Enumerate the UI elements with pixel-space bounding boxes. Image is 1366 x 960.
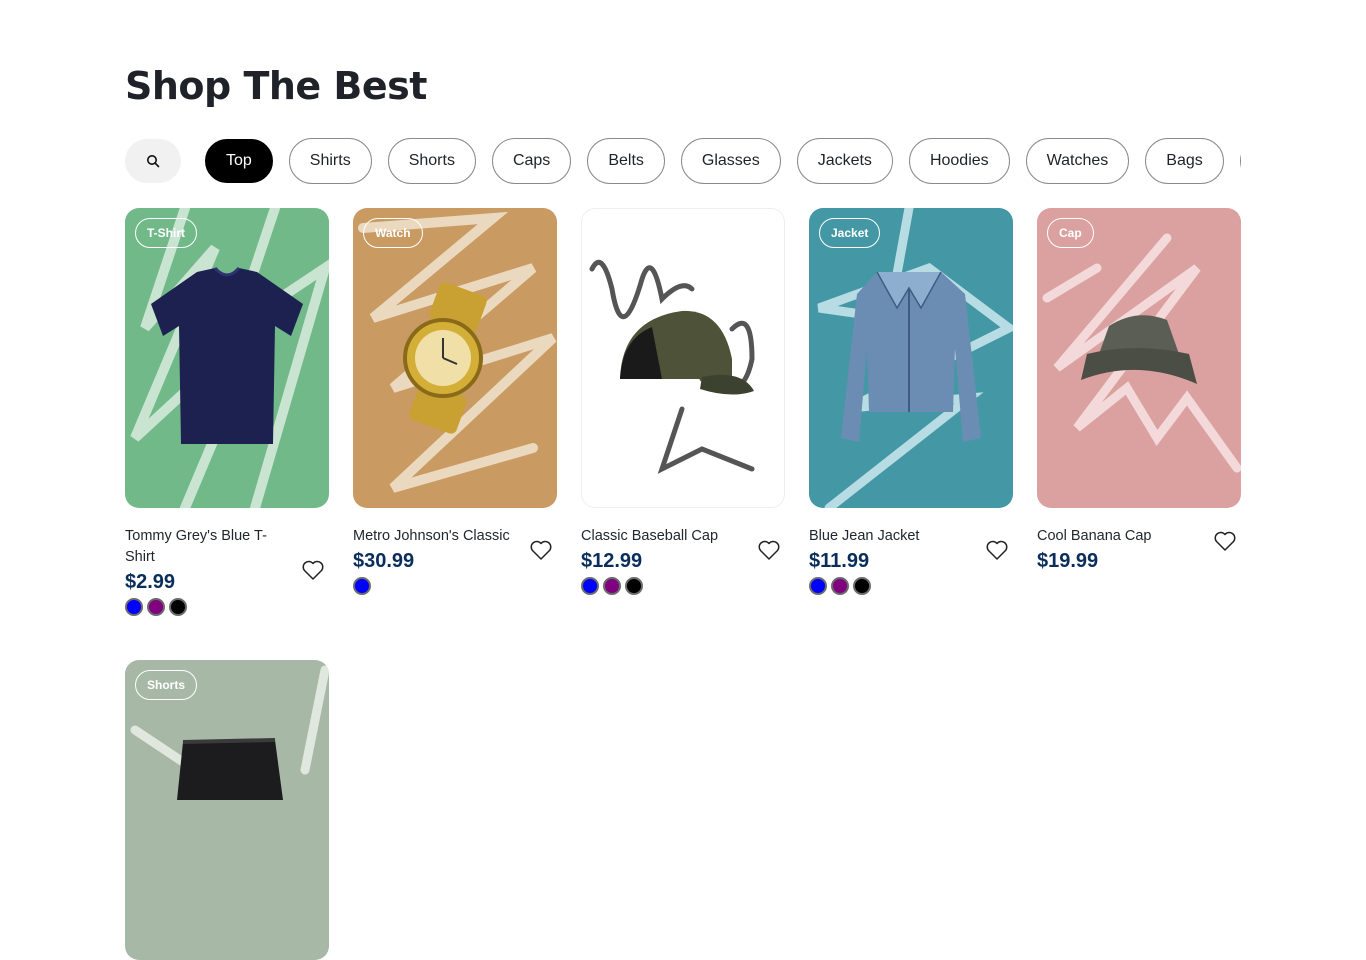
filter-chip-glasses[interactable]: Glasses [680, 138, 781, 184]
filter-chip-shorts[interactable]: Shorts [387, 138, 476, 184]
shorts-product-image [177, 738, 283, 800]
product-name[interactable]: Cool Banana Cap [1037, 526, 1197, 547]
category-tag: Watch [363, 218, 423, 248]
filter-chip-top[interactable]: Top [205, 139, 273, 183]
jean-jacket-product-image [841, 271, 981, 442]
product-card[interactable]: Cap Cool Banana Cap $19.99 [1037, 208, 1241, 574]
product-price: $11.99 [809, 550, 870, 572]
product-card[interactable]: T-Shirt Tommy Grey's Blue T-Shirt $2.99 [125, 208, 329, 616]
color-swatch-black[interactable] [853, 577, 871, 595]
tshirt-product-image [151, 266, 303, 444]
color-swatch-blue[interactable] [125, 598, 143, 616]
color-swatches [581, 577, 785, 595]
filter-chip-caps[interactable]: Caps [491, 138, 572, 184]
category-filter-bar: Top Shirts Shorts Caps Belts Glasses Jac… [125, 138, 1241, 184]
filter-chip-belts[interactable]: Belts [587, 138, 665, 184]
filter-chip-more[interactable]: P [1239, 138, 1241, 184]
category-tag: Cap [1047, 218, 1094, 248]
product-price: $19.99 [1037, 550, 1099, 572]
color-swatch-purple[interactable] [603, 577, 621, 595]
color-swatch-purple[interactable] [831, 577, 849, 595]
search-button[interactable] [125, 139, 181, 183]
category-tag: Shorts [135, 670, 198, 700]
heart-icon[interactable] [301, 559, 325, 581]
product-name[interactable]: Metro Johnson's Classic [353, 526, 513, 547]
search-icon [147, 155, 160, 168]
color-swatch-blue[interactable] [353, 577, 371, 595]
color-swatch-blue[interactable] [581, 577, 599, 595]
product-price: $30.99 [353, 550, 415, 572]
product-name[interactable]: Classic Baseball Cap [581, 526, 741, 547]
color-swatch-purple[interactable] [147, 598, 165, 616]
product-image-area[interactable]: Jacket [809, 208, 1013, 508]
filter-chip-jackets[interactable]: Jackets [796, 138, 893, 184]
heart-icon[interactable] [985, 539, 1009, 561]
color-swatch-black[interactable] [169, 598, 187, 616]
baseball-cap-product-image [620, 310, 754, 395]
filter-chip-shirts[interactable]: Shirts [288, 138, 372, 184]
heart-icon[interactable] [757, 539, 781, 561]
heart-icon[interactable] [529, 539, 553, 561]
color-swatch-black[interactable] [625, 577, 643, 595]
color-swatches [125, 598, 329, 616]
product-price: $12.99 [581, 550, 643, 572]
product-image-area[interactable]: Shorts [125, 660, 329, 960]
bucket-hat-product-image [1081, 315, 1197, 384]
product-price: $2.99 [125, 571, 176, 593]
heart-icon[interactable] [1213, 530, 1237, 552]
product-card[interactable]: Jacket Blue Jean Jacket $11.99 [809, 208, 1013, 595]
product-image-area[interactable] [581, 208, 785, 508]
filter-chip-bags[interactable]: Bags [1145, 138, 1224, 184]
color-swatches [353, 577, 557, 595]
product-card[interactable]: Watch Metro Johnson's Classic $30.99 [353, 208, 557, 595]
product-image-area[interactable]: T-Shirt [125, 208, 329, 508]
category-tag: T-Shirt [135, 218, 197, 248]
color-swatch-blue[interactable] [809, 577, 827, 595]
product-name[interactable]: Blue Jean Jacket [809, 526, 969, 547]
product-card[interactable]: Shorts [125, 660, 329, 960]
filter-chip-hoodies[interactable]: Hoodies [908, 138, 1010, 184]
color-swatches [809, 577, 1013, 595]
product-name[interactable]: Tommy Grey's Blue T-Shirt [125, 526, 285, 568]
product-image-area[interactable]: Watch [353, 208, 557, 508]
filter-chip-watches[interactable]: Watches [1025, 138, 1130, 184]
watch-product-image [403, 282, 487, 434]
category-tag: Jacket [819, 218, 881, 248]
page-title: Shop The Best [125, 64, 427, 108]
product-card[interactable]: Classic Baseball Cap $12.99 [581, 208, 785, 595]
product-image-area[interactable]: Cap [1037, 208, 1241, 508]
